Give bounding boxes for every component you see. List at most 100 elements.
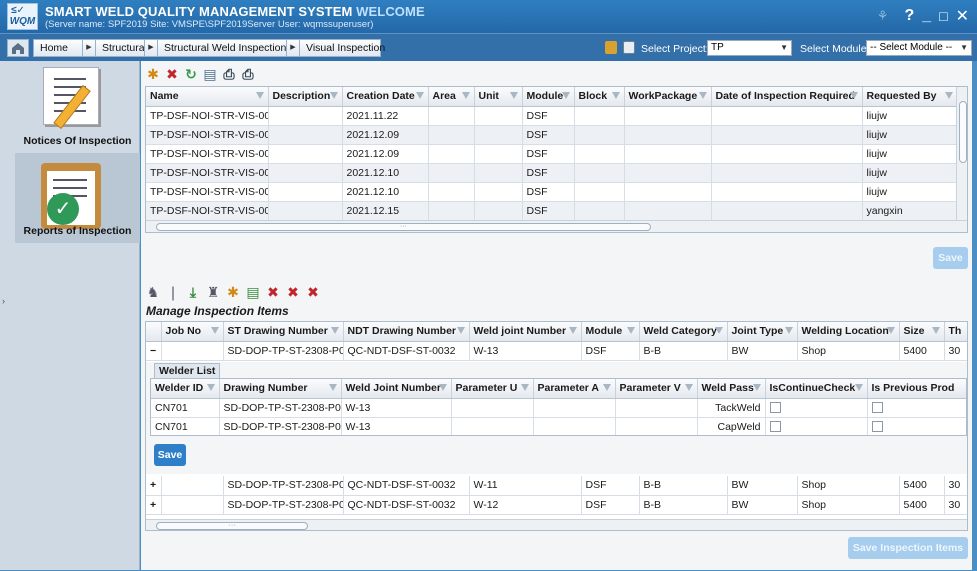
table-row[interactable]: − SD-DOP-TP-ST-2308-P001 QC-NDT-DSF-ST-0… (146, 341, 967, 361)
column-header[interactable]: Requested By (862, 87, 958, 107)
vertical-scrollbar[interactable] (956, 87, 967, 220)
breadcrumb-structural-weld-inspection[interactable]: Structural Weld Inspection (157, 39, 287, 57)
filter-icon[interactable] (849, 92, 858, 99)
column-header[interactable]: Date of Inspection Required (711, 87, 863, 107)
filter-icon[interactable] (461, 92, 470, 99)
column-header-welding-location[interactable]: Welding Location (797, 322, 900, 342)
column-header[interactable]: Creation Date (342, 87, 429, 107)
certificate-icon[interactable]: ♜ (205, 284, 221, 300)
welder-column-header[interactable]: Parameter A (533, 379, 616, 399)
welder-column-header[interactable]: IsContinueCheck (765, 379, 868, 399)
filter-icon[interactable] (602, 384, 611, 391)
welder-column-header[interactable]: Parameter V (615, 379, 698, 399)
maximize-button[interactable]: □ (939, 8, 947, 24)
column-header[interactable]: Block (574, 87, 625, 107)
table-row[interactable]: TP-DSF-NOI-STR-VIS-0001 2021.11.22 DSF liuj… (146, 106, 958, 126)
column-header-ndt-drawing[interactable]: NDT Drawing Number (343, 322, 470, 342)
lock-icon[interactable] (605, 41, 617, 54)
column-header[interactable]: Unit (474, 87, 523, 107)
welder-row[interactable]: CN701 SD-DOP-TP-ST-2308-P001 W-13 TackWeld (151, 398, 966, 418)
expand-toggle[interactable]: + (146, 476, 162, 496)
collapse-toggle[interactable]: − (146, 341, 162, 361)
filter-icon[interactable] (698, 92, 707, 99)
horizontal-scrollbar[interactable]: ··· (146, 519, 967, 530)
project-select[interactable]: TP ▼ (707, 40, 792, 56)
close-icon[interactable]: ✖ (305, 284, 321, 300)
expand-toggle[interactable]: + (146, 495, 162, 515)
user-lock-icon[interactable] (623, 41, 635, 54)
table-row[interactable]: TP-DSF-NOI-STR-VIS-0004 2021.12.10 DSF liuj… (146, 163, 958, 183)
welder-column-header[interactable]: Parameter U (451, 379, 534, 399)
tab-welder-list[interactable]: Welder List (154, 363, 221, 378)
filter-icon[interactable] (854, 384, 863, 391)
continue-checkbox[interactable] (769, 402, 781, 414)
download-icon[interactable]: ⤓ (185, 284, 201, 300)
column-header[interactable]: Description (268, 87, 343, 107)
column-header[interactable]: WorkPackage (624, 87, 712, 107)
previous-checkbox[interactable] (871, 421, 883, 433)
welder-row[interactable]: CN701 SD-DOP-TP-ST-2308-P001 W-13 CapWeld (151, 417, 966, 435)
column-header-th[interactable]: Th (944, 322, 967, 342)
column-header-weld-joint[interactable]: Weld joint Number (469, 322, 582, 342)
filter-icon[interactable] (329, 92, 338, 99)
filter-icon[interactable] (509, 92, 518, 99)
filter-icon[interactable] (415, 92, 424, 99)
column-header-weld-category[interactable]: Weld Category (639, 322, 728, 342)
print-icon[interactable]: ⎙ (221, 66, 237, 82)
breadcrumb-visual-inspection[interactable]: Visual Inspection (299, 39, 385, 57)
refresh-icon[interactable]: ↻ (183, 66, 199, 82)
delete-icon[interactable]: ✖ (265, 284, 281, 300)
collapse-handle[interactable]: › (0, 61, 15, 570)
add-gear-icon[interactable]: ✱ (145, 66, 161, 82)
table-row[interactable]: TP-DSF-NOI-STR-VIS-0005 2021.12.10 DSF liuj… (146, 182, 958, 202)
filter-icon[interactable] (328, 384, 337, 391)
sidebar-item-reports[interactable]: ✓ Reports of Inspection (15, 153, 140, 243)
column-header-module[interactable]: Module (581, 322, 640, 342)
table-row[interactable]: TP-DSF-NOI-STR-VIS-0002 2021.12.09 DSF liuj… (146, 125, 958, 145)
filter-icon[interactable] (611, 92, 620, 99)
help-button[interactable]: ? (904, 7, 914, 25)
save-button[interactable]: Save (933, 247, 968, 269)
close-button[interactable]: ✕ (956, 6, 969, 26)
filter-icon[interactable] (561, 92, 570, 99)
table-row[interactable]: TP-DSF-NOI-STR-VIS-0006 2021.12.15 DSF yang… (146, 201, 958, 221)
column-header[interactable]: Name (146, 87, 269, 107)
welder-icon[interactable]: ♞ (145, 284, 161, 300)
table-row[interactable]: + SD-DOP-TP-ST-2308-P001QC-NDT-DSF-ST-003… (146, 476, 967, 496)
delete-icon[interactable]: ✖ (164, 66, 180, 82)
column-header-st-drawing[interactable]: ST Drawing Number (223, 322, 344, 342)
filter-icon[interactable] (944, 92, 953, 99)
welder-column-header[interactable]: Welder ID (151, 379, 220, 399)
column-header-joint-type[interactable]: Joint Type (727, 322, 798, 342)
breadcrumb-structural[interactable]: Structural (95, 39, 147, 57)
welder-save-button[interactable]: Save (154, 444, 186, 466)
welder-column-header[interactable]: Weld Joint Number (341, 379, 452, 399)
filter-icon[interactable] (752, 384, 761, 391)
table-row[interactable]: TP-DSF-NOI-STR-VIS-0003 2021.12.09 DSF liuj… (146, 144, 958, 164)
breadcrumb-home[interactable]: Home (33, 39, 83, 57)
delete-all-icon[interactable]: ✖ (285, 284, 301, 300)
column-header[interactable]: Area (428, 87, 475, 107)
table-export-icon[interactable]: ▤ (245, 284, 261, 300)
column-header-size[interactable]: Size (899, 322, 945, 342)
minimize-button[interactable]: _ (922, 7, 931, 25)
welder-column-header[interactable]: Weld Pass (697, 379, 766, 399)
filter-icon[interactable] (255, 92, 264, 99)
table-row[interactable]: + SD-DOP-TP-ST-2308-P001QC-NDT-DSF-ST-003… (146, 495, 967, 515)
previous-checkbox[interactable] (871, 402, 883, 414)
column-header[interactable]: Module (522, 87, 575, 107)
filter-icon[interactable] (684, 384, 693, 391)
filter-icon[interactable] (206, 384, 215, 391)
filter-icon[interactable] (438, 384, 447, 391)
welder-column-header[interactable]: Drawing Number (219, 379, 342, 399)
export-icon[interactable]: ▤ (202, 66, 218, 82)
welder-column-header[interactable]: Is Previous Prod (867, 379, 966, 399)
save-inspection-items-button[interactable]: Save Inspection Items (848, 537, 968, 559)
print-preview-icon[interactable]: ⎙ (240, 66, 256, 82)
filter-icon[interactable] (520, 384, 529, 391)
gear-icon[interactable]: ✱ (225, 284, 241, 300)
continue-checkbox[interactable] (769, 421, 781, 433)
horizontal-scrollbar[interactable]: ··· (146, 220, 967, 232)
home-icon[interactable] (7, 39, 29, 57)
sidebar-item-notices[interactable]: Notices Of Inspection (15, 61, 140, 153)
